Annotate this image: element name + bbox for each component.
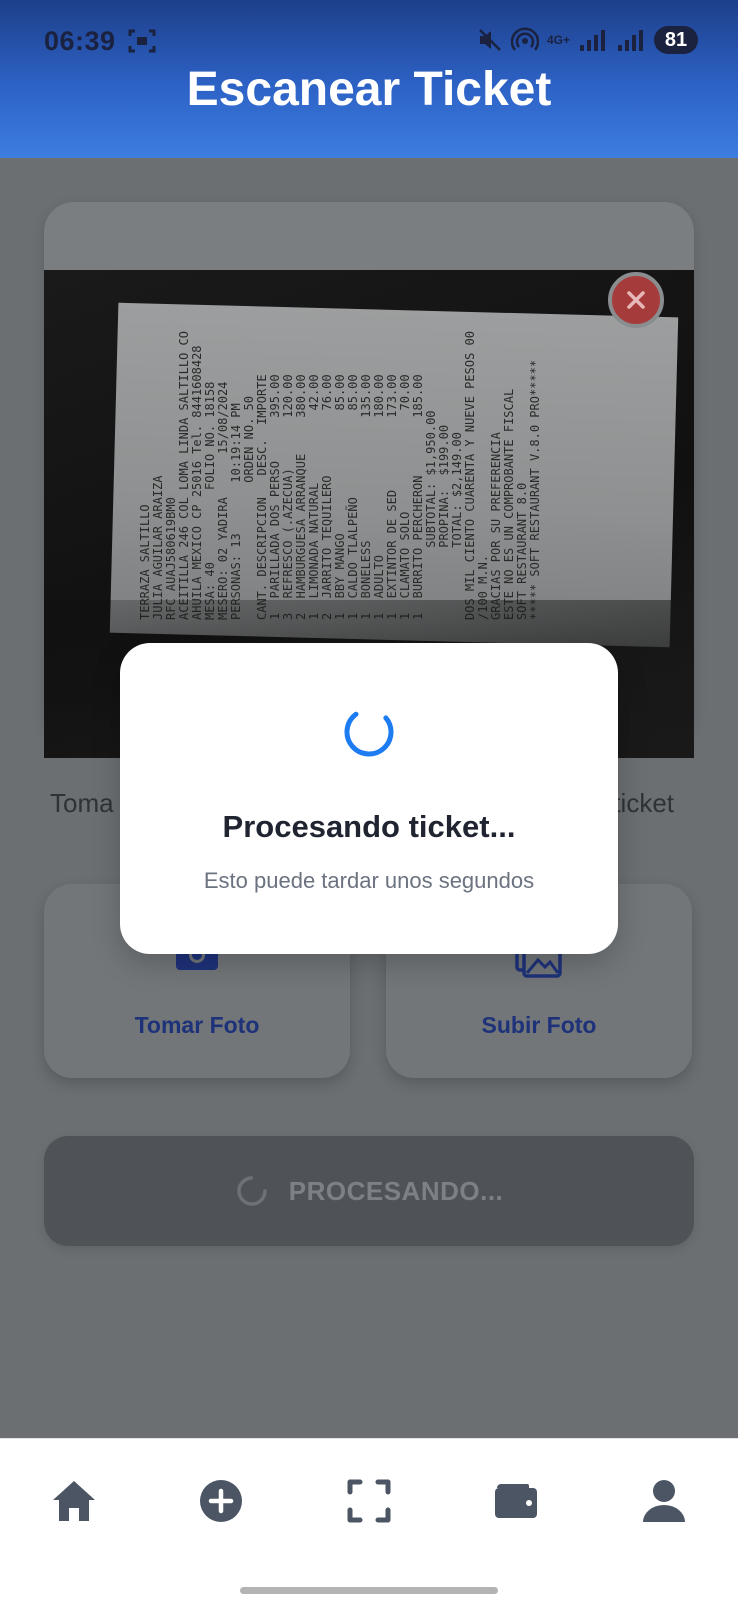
dialog-title: Procesando ticket... [222, 809, 516, 844]
status-icons: 4G+ 81 [477, 24, 698, 56]
user-icon [643, 1480, 685, 1522]
mute-icon [479, 29, 501, 51]
scan-icon [347, 1479, 391, 1523]
receipt-line: ***** SOFT RESTAURANT V.8.0 PRO***** [528, 359, 542, 620]
remove-photo-button[interactable] [608, 272, 664, 328]
nav-profile[interactable] [634, 1473, 694, 1529]
hotspot-icon [510, 27, 539, 51]
dialog-subtitle: Esto puede tardar unos segundos [203, 868, 535, 893]
home-indicator [240, 1587, 498, 1594]
screenshot-icon [128, 29, 156, 53]
nav-add[interactable] [191, 1473, 251, 1529]
hint-text-left: Toma [50, 788, 114, 818]
page-title: Escanear Ticket [186, 63, 552, 116]
close-icon [627, 291, 645, 309]
signal-icon-2 [618, 30, 643, 51]
process-button-label: PROCESANDO... [288, 1175, 504, 1206]
loading-spinner-icon [344, 707, 394, 757]
nav-home[interactable] [44, 1473, 104, 1529]
loading-spinner-icon [236, 1176, 267, 1206]
nav-scan[interactable] [339, 1473, 399, 1529]
signal-icon [580, 30, 605, 51]
nav-wallet[interactable] [486, 1473, 546, 1529]
receipt-text: TERRAZA SALTILLO JULIA AGUILAR ARAIZA RFC … [139, 330, 639, 620]
network-type: 4G+ [546, 33, 570, 47]
status-bar: 06:39 4G+ 81 [0, 22, 738, 58]
hint-text-right: ticket [613, 788, 674, 818]
take-photo-label: Tomar Foto [134, 1012, 260, 1038]
app-header: 06:39 4G+ 81 Escanear Ticket [0, 0, 738, 158]
upload-photo-label: Subir Foto [481, 1012, 597, 1038]
plus-circle-icon [200, 1480, 242, 1522]
bottom-navigation [0, 1438, 738, 1600]
process-button[interactable]: PROCESANDO... [44, 1136, 694, 1246]
home-icon [53, 1481, 95, 1521]
status-time: 06:39 [44, 26, 116, 56]
battery-indicator: 81 [654, 26, 698, 54]
wallet-icon [495, 1484, 537, 1518]
processing-dialog: Procesando ticket... Esto puede tardar u… [120, 643, 618, 954]
